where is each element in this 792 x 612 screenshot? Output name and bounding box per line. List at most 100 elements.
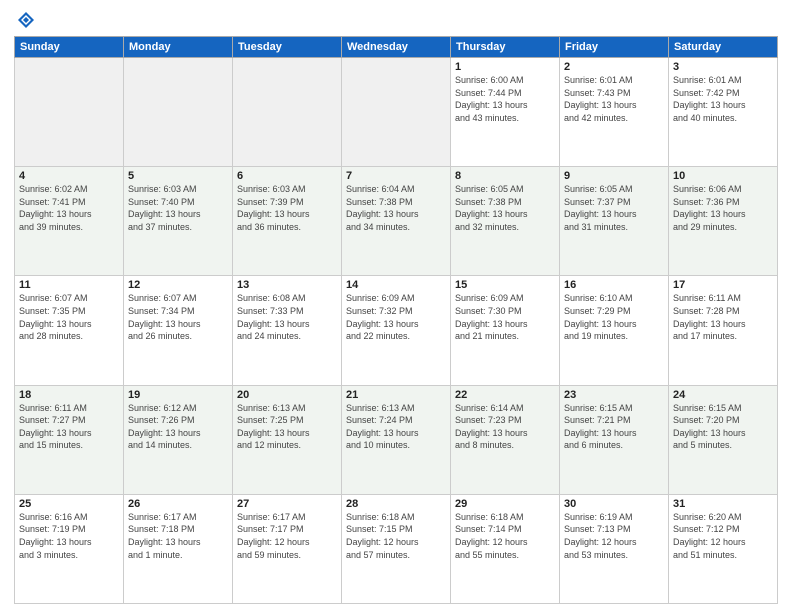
day-info: Sunrise: 6:16 AM Sunset: 7:19 PM Dayligh… — [19, 511, 119, 561]
calendar-cell: 25Sunrise: 6:16 AM Sunset: 7:19 PM Dayli… — [15, 494, 124, 603]
calendar-cell: 27Sunrise: 6:17 AM Sunset: 7:17 PM Dayli… — [233, 494, 342, 603]
day-info: Sunrise: 6:13 AM Sunset: 7:25 PM Dayligh… — [237, 402, 337, 452]
day-number: 24 — [673, 389, 773, 401]
day-number: 10 — [673, 170, 773, 182]
calendar-weekday: Monday — [124, 37, 233, 58]
day-info: Sunrise: 6:17 AM Sunset: 7:17 PM Dayligh… — [237, 511, 337, 561]
day-number: 14 — [346, 279, 446, 291]
calendar-weekday: Friday — [560, 37, 669, 58]
day-info: Sunrise: 6:01 AM Sunset: 7:42 PM Dayligh… — [673, 74, 773, 124]
day-info: Sunrise: 6:07 AM Sunset: 7:34 PM Dayligh… — [128, 292, 228, 342]
calendar-cell: 28Sunrise: 6:18 AM Sunset: 7:15 PM Dayli… — [342, 494, 451, 603]
calendar-cell: 29Sunrise: 6:18 AM Sunset: 7:14 PM Dayli… — [451, 494, 560, 603]
day-info: Sunrise: 6:01 AM Sunset: 7:43 PM Dayligh… — [564, 74, 664, 124]
day-info: Sunrise: 6:00 AM Sunset: 7:44 PM Dayligh… — [455, 74, 555, 124]
day-number: 9 — [564, 170, 664, 182]
calendar-cell: 3Sunrise: 6:01 AM Sunset: 7:42 PM Daylig… — [669, 58, 778, 167]
day-number: 6 — [237, 170, 337, 182]
day-number: 8 — [455, 170, 555, 182]
day-info: Sunrise: 6:06 AM Sunset: 7:36 PM Dayligh… — [673, 183, 773, 233]
day-number: 29 — [455, 498, 555, 510]
day-info: Sunrise: 6:17 AM Sunset: 7:18 PM Dayligh… — [128, 511, 228, 561]
calendar-weekday: Saturday — [669, 37, 778, 58]
calendar-cell: 5Sunrise: 6:03 AM Sunset: 7:40 PM Daylig… — [124, 167, 233, 276]
calendar-weekday: Sunday — [15, 37, 124, 58]
day-number: 31 — [673, 498, 773, 510]
calendar-cell: 2Sunrise: 6:01 AM Sunset: 7:43 PM Daylig… — [560, 58, 669, 167]
logo-text — [14, 10, 36, 30]
day-number: 4 — [19, 170, 119, 182]
calendar-cell: 11Sunrise: 6:07 AM Sunset: 7:35 PM Dayli… — [15, 276, 124, 385]
calendar-week-row: 11Sunrise: 6:07 AM Sunset: 7:35 PM Dayli… — [15, 276, 778, 385]
calendar-cell: 4Sunrise: 6:02 AM Sunset: 7:41 PM Daylig… — [15, 167, 124, 276]
day-number: 17 — [673, 279, 773, 291]
day-info: Sunrise: 6:09 AM Sunset: 7:32 PM Dayligh… — [346, 292, 446, 342]
calendar-cell — [15, 58, 124, 167]
calendar-cell: 8Sunrise: 6:05 AM Sunset: 7:38 PM Daylig… — [451, 167, 560, 276]
day-number: 2 — [564, 61, 664, 73]
calendar-cell: 16Sunrise: 6:10 AM Sunset: 7:29 PM Dayli… — [560, 276, 669, 385]
day-info: Sunrise: 6:13 AM Sunset: 7:24 PM Dayligh… — [346, 402, 446, 452]
day-info: Sunrise: 6:11 AM Sunset: 7:27 PM Dayligh… — [19, 402, 119, 452]
calendar-header-row: SundayMondayTuesdayWednesdayThursdayFrid… — [15, 37, 778, 58]
calendar-weekday: Wednesday — [342, 37, 451, 58]
calendar-cell — [233, 58, 342, 167]
calendar-cell: 9Sunrise: 6:05 AM Sunset: 7:37 PM Daylig… — [560, 167, 669, 276]
day-number: 15 — [455, 279, 555, 291]
day-number: 23 — [564, 389, 664, 401]
day-info: Sunrise: 6:11 AM Sunset: 7:28 PM Dayligh… — [673, 292, 773, 342]
day-number: 3 — [673, 61, 773, 73]
day-info: Sunrise: 6:20 AM Sunset: 7:12 PM Dayligh… — [673, 511, 773, 561]
day-info: Sunrise: 6:10 AM Sunset: 7:29 PM Dayligh… — [564, 292, 664, 342]
day-number: 22 — [455, 389, 555, 401]
day-info: Sunrise: 6:03 AM Sunset: 7:40 PM Dayligh… — [128, 183, 228, 233]
calendar-week-row: 1Sunrise: 6:00 AM Sunset: 7:44 PM Daylig… — [15, 58, 778, 167]
day-number: 12 — [128, 279, 228, 291]
calendar-cell: 1Sunrise: 6:00 AM Sunset: 7:44 PM Daylig… — [451, 58, 560, 167]
day-info: Sunrise: 6:04 AM Sunset: 7:38 PM Dayligh… — [346, 183, 446, 233]
calendar-cell: 24Sunrise: 6:15 AM Sunset: 7:20 PM Dayli… — [669, 385, 778, 494]
day-number: 25 — [19, 498, 119, 510]
day-number: 11 — [19, 279, 119, 291]
calendar-week-row: 4Sunrise: 6:02 AM Sunset: 7:41 PM Daylig… — [15, 167, 778, 276]
day-number: 30 — [564, 498, 664, 510]
day-info: Sunrise: 6:02 AM Sunset: 7:41 PM Dayligh… — [19, 183, 119, 233]
calendar-cell: 22Sunrise: 6:14 AM Sunset: 7:23 PM Dayli… — [451, 385, 560, 494]
calendar-cell: 12Sunrise: 6:07 AM Sunset: 7:34 PM Dayli… — [124, 276, 233, 385]
day-number: 26 — [128, 498, 228, 510]
calendar-cell: 13Sunrise: 6:08 AM Sunset: 7:33 PM Dayli… — [233, 276, 342, 385]
calendar-cell: 30Sunrise: 6:19 AM Sunset: 7:13 PM Dayli… — [560, 494, 669, 603]
day-number: 18 — [19, 389, 119, 401]
calendar-cell: 17Sunrise: 6:11 AM Sunset: 7:28 PM Dayli… — [669, 276, 778, 385]
day-number: 5 — [128, 170, 228, 182]
page: SundayMondayTuesdayWednesdayThursdayFrid… — [0, 0, 792, 612]
calendar-body: 1Sunrise: 6:00 AM Sunset: 7:44 PM Daylig… — [15, 58, 778, 604]
calendar-cell: 19Sunrise: 6:12 AM Sunset: 7:26 PM Dayli… — [124, 385, 233, 494]
day-number: 13 — [237, 279, 337, 291]
day-number: 1 — [455, 61, 555, 73]
calendar-cell: 21Sunrise: 6:13 AM Sunset: 7:24 PM Dayli… — [342, 385, 451, 494]
day-info: Sunrise: 6:15 AM Sunset: 7:20 PM Dayligh… — [673, 402, 773, 452]
calendar-cell — [342, 58, 451, 167]
logo-icon — [16, 10, 36, 30]
day-info: Sunrise: 6:05 AM Sunset: 7:37 PM Dayligh… — [564, 183, 664, 233]
day-info: Sunrise: 6:05 AM Sunset: 7:38 PM Dayligh… — [455, 183, 555, 233]
day-number: 27 — [237, 498, 337, 510]
calendar-cell: 14Sunrise: 6:09 AM Sunset: 7:32 PM Dayli… — [342, 276, 451, 385]
calendar-cell: 10Sunrise: 6:06 AM Sunset: 7:36 PM Dayli… — [669, 167, 778, 276]
calendar-cell: 6Sunrise: 6:03 AM Sunset: 7:39 PM Daylig… — [233, 167, 342, 276]
calendar-weekday: Thursday — [451, 37, 560, 58]
day-info: Sunrise: 6:14 AM Sunset: 7:23 PM Dayligh… — [455, 402, 555, 452]
calendar-cell: 20Sunrise: 6:13 AM Sunset: 7:25 PM Dayli… — [233, 385, 342, 494]
day-info: Sunrise: 6:18 AM Sunset: 7:14 PM Dayligh… — [455, 511, 555, 561]
day-info: Sunrise: 6:12 AM Sunset: 7:26 PM Dayligh… — [128, 402, 228, 452]
day-info: Sunrise: 6:03 AM Sunset: 7:39 PM Dayligh… — [237, 183, 337, 233]
header — [14, 10, 778, 30]
day-number: 28 — [346, 498, 446, 510]
calendar-week-row: 25Sunrise: 6:16 AM Sunset: 7:19 PM Dayli… — [15, 494, 778, 603]
day-number: 19 — [128, 389, 228, 401]
calendar-cell: 7Sunrise: 6:04 AM Sunset: 7:38 PM Daylig… — [342, 167, 451, 276]
day-info: Sunrise: 6:18 AM Sunset: 7:15 PM Dayligh… — [346, 511, 446, 561]
day-info: Sunrise: 6:08 AM Sunset: 7:33 PM Dayligh… — [237, 292, 337, 342]
calendar-cell: 31Sunrise: 6:20 AM Sunset: 7:12 PM Dayli… — [669, 494, 778, 603]
